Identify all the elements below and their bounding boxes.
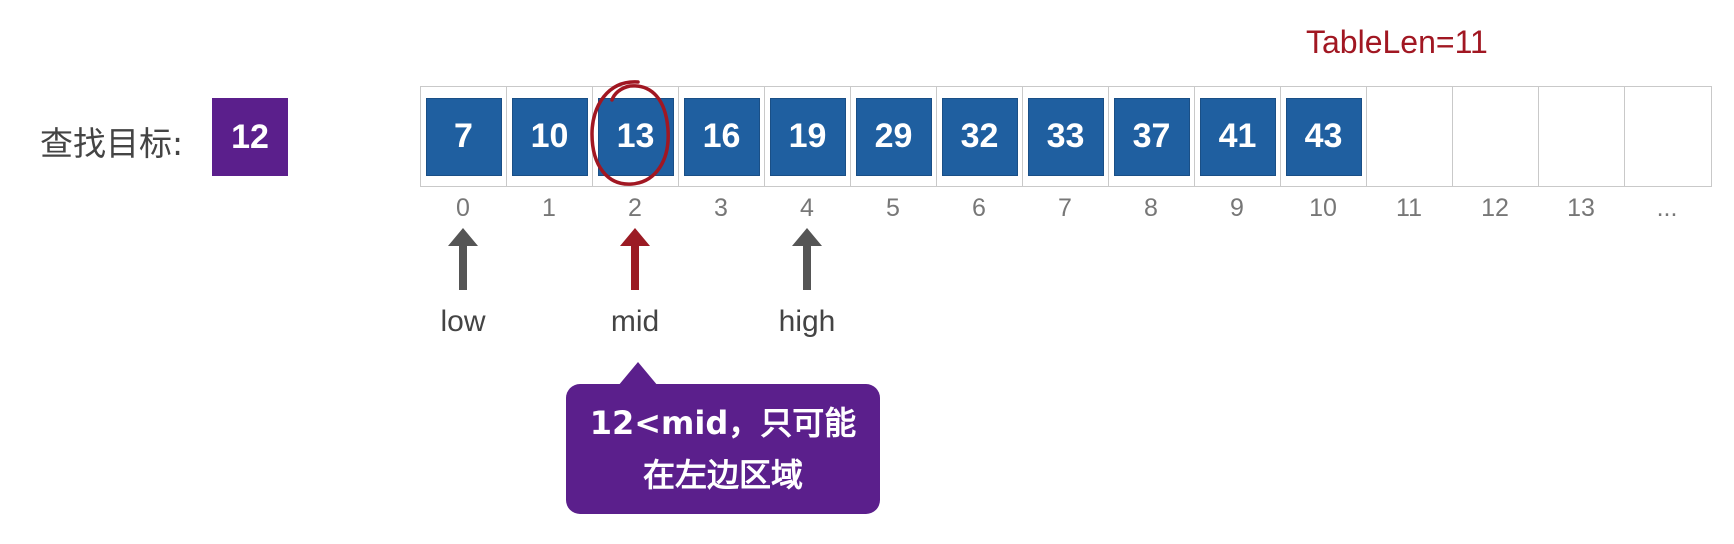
array-index: 4 — [800, 194, 814, 222]
array-index: 11 — [1396, 194, 1422, 222]
table-length-label: TableLen=11 — [1306, 24, 1488, 60]
array-index: 6 — [972, 194, 986, 222]
array-cell: 7 — [421, 87, 507, 186]
array-cell: 43 — [1281, 87, 1367, 186]
array-cell — [1453, 87, 1539, 186]
array-cell-value: 43 — [1285, 97, 1362, 176]
array-cell: 16 — [679, 87, 765, 186]
mid-pointer-arrow — [592, 228, 678, 290]
array-index: 7 — [1058, 194, 1072, 222]
array-cell: 19 — [765, 87, 851, 186]
array-cell: 37 — [1109, 87, 1195, 186]
array-index: 12 — [1481, 194, 1509, 222]
array-indices: 0 1 2 3 4 5 6 7 8 9 10 11 12 13... — [420, 194, 1710, 223]
array-index: 10 — [1309, 194, 1337, 222]
low-pointer-label: low — [440, 305, 486, 338]
array-index: 9 — [1230, 194, 1244, 222]
array-cell: 33 — [1023, 87, 1109, 186]
array-cell-value: 29 — [855, 97, 932, 176]
array-cell: 29 — [851, 87, 937, 186]
array-index: 1 — [542, 194, 556, 222]
array-index: 8 — [1144, 194, 1158, 222]
comparison-callout: 12<mid，只可能 在左边区域 — [566, 384, 880, 514]
mid-pointer-label: mid — [610, 305, 660, 338]
array-cell-value: 19 — [769, 97, 846, 176]
array-index: 0 — [456, 194, 470, 222]
callout-line-1: 12<mid，只可能 — [589, 404, 857, 442]
highlight-circle — [590, 80, 670, 186]
array-cell: 32 — [937, 87, 1023, 186]
array-cell-value: 10 — [511, 97, 588, 176]
array-index: 3 — [714, 194, 728, 222]
array-cell: 10 — [507, 87, 593, 186]
array-cell-value: 32 — [941, 97, 1018, 176]
array-index: 5 — [886, 194, 900, 222]
array-cell-value: 33 — [1027, 97, 1104, 176]
array-index: 2 — [628, 194, 642, 222]
array-cell — [1539, 87, 1625, 186]
array-cell-value: 7 — [425, 97, 502, 176]
array-index: 13 — [1567, 194, 1595, 222]
array-cell: 41 — [1195, 87, 1281, 186]
search-target-label: 查找目标: — [40, 124, 184, 163]
array-index: ... — [1656, 194, 1678, 222]
callout-tail — [618, 362, 658, 386]
high-pointer-arrow — [764, 228, 850, 290]
low-pointer-arrow — [420, 228, 506, 290]
array-cell — [1367, 87, 1453, 186]
array-cell-value: 16 — [683, 97, 760, 176]
array-cell — [1625, 87, 1711, 186]
search-target-value: 12 — [212, 98, 288, 176]
array-cell-value: 37 — [1113, 97, 1190, 176]
array-cell-value: 41 — [1199, 97, 1276, 176]
callout-line-2: 在左边区域 — [642, 456, 803, 494]
high-pointer-label: high — [778, 305, 836, 338]
